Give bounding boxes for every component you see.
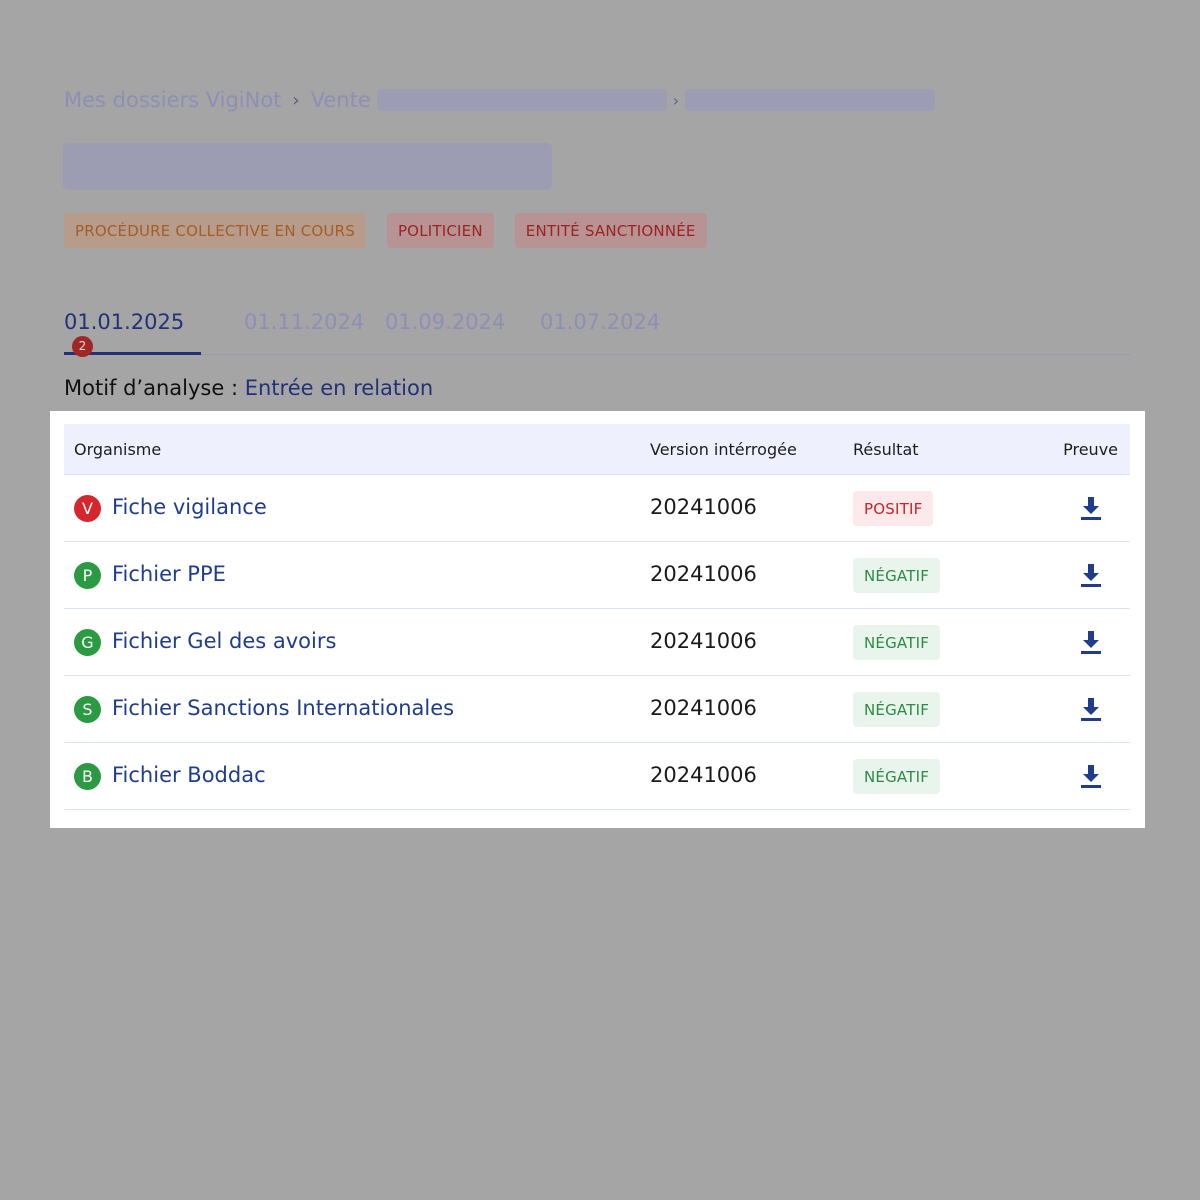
source-letter-icon: B bbox=[74, 763, 101, 790]
result-badge: NÉGATIF bbox=[853, 625, 941, 660]
breadcrumb: Mes dossiers VigiNot › Vente › bbox=[64, 86, 936, 114]
column-header-preuve: Preuve bbox=[1063, 440, 1118, 459]
results-table: Organisme Version intérrogée Résultat Pr… bbox=[64, 424, 1130, 810]
tab-date[interactable]: 01.07.2024 bbox=[540, 310, 660, 355]
tab-date[interactable]: 01.11.2024 bbox=[244, 310, 364, 355]
version-value: 20241006 bbox=[650, 696, 757, 720]
table-row: S Fichier Sanctions Internationales 2024… bbox=[64, 676, 1130, 743]
source-letter-icon: P bbox=[74, 562, 101, 589]
tab-date[interactable]: 01.09.2024 bbox=[385, 310, 505, 355]
download-icon[interactable] bbox=[1080, 562, 1102, 588]
chevron-right-icon: › bbox=[292, 89, 300, 111]
source-letter-icon: G bbox=[74, 629, 101, 656]
analysis-reason-value: Entrée en relation bbox=[244, 376, 434, 400]
column-header-version: Version intérrogée bbox=[650, 440, 797, 459]
version-value: 20241006 bbox=[650, 495, 757, 519]
version-value: 20241006 bbox=[650, 562, 757, 586]
date-tabs: 01.01.20252 01.11.2024 01.09.2024 01.07.… bbox=[64, 300, 1130, 357]
result-badge: NÉGATIF bbox=[853, 692, 941, 727]
result-badge: POSITIF bbox=[853, 491, 934, 526]
table-row: P Fichier PPE 20241006 NÉGATIF bbox=[64, 542, 1130, 609]
table-header: Organisme Version intérrogée Résultat Pr… bbox=[64, 424, 1130, 475]
table-row: B Fichier Boddac 20241006 NÉGATIF bbox=[64, 743, 1130, 810]
version-value: 20241006 bbox=[650, 629, 757, 653]
source-letter-icon: V bbox=[74, 495, 101, 522]
download-icon[interactable] bbox=[1080, 495, 1102, 521]
analysis-reason: Motif d’analyse : Entrée en relation bbox=[64, 376, 433, 400]
source-name-link[interactable]: Fichier Sanctions Internationales bbox=[112, 696, 454, 720]
tab-count-badge: 2 bbox=[72, 336, 93, 357]
column-header-resultat: Résultat bbox=[853, 440, 919, 459]
breadcrumb-redacted-placeholder bbox=[376, 89, 667, 111]
source-name-link[interactable]: Fichier PPE bbox=[112, 562, 226, 586]
table-row: G Fichier Gel des avoirs 20241006 NÉGATI… bbox=[64, 609, 1130, 676]
status-badge: ENTITÉ SANCTIONNÉE bbox=[514, 213, 707, 248]
analysis-reason-label: Motif d’analyse : bbox=[64, 376, 239, 400]
status-badge: POLITICIEN bbox=[386, 213, 494, 248]
status-badge: PROCÉDURE COLLECTIVE EN COURS bbox=[64, 213, 366, 248]
page-title-redacted-placeholder bbox=[63, 143, 552, 190]
source-name-link[interactable]: Fichier Gel des avoirs bbox=[112, 629, 336, 653]
column-header-organisme: Organisme bbox=[74, 440, 162, 459]
download-icon[interactable] bbox=[1080, 763, 1102, 789]
table-row: V Fiche vigilance 20241006 POSITIF bbox=[64, 475, 1130, 542]
breadcrumb-root-link[interactable]: Mes dossiers VigiNot bbox=[64, 88, 281, 112]
status-badges: PROCÉDURE COLLECTIVE EN COURS POLITICIEN… bbox=[64, 213, 707, 248]
download-icon[interactable] bbox=[1080, 629, 1102, 655]
source-name-link[interactable]: Fichier Boddac bbox=[112, 763, 266, 787]
result-badge: NÉGATIF bbox=[853, 558, 941, 593]
results-panel: Organisme Version intérrogée Résultat Pr… bbox=[50, 411, 1145, 828]
chevron-right-icon: › bbox=[672, 90, 680, 110]
source-letter-icon: S bbox=[74, 696, 101, 723]
source-name-link[interactable]: Fiche vigilance bbox=[112, 495, 267, 519]
breadcrumb-second-link[interactable]: Vente bbox=[311, 88, 371, 112]
breadcrumb-redacted-placeholder bbox=[685, 89, 936, 111]
download-icon[interactable] bbox=[1080, 696, 1102, 722]
tab-date-active[interactable]: 01.01.20252 bbox=[64, 310, 201, 357]
tab-label: 01.01.2025 bbox=[64, 310, 185, 334]
result-badge: NÉGATIF bbox=[853, 759, 941, 794]
version-value: 20241006 bbox=[650, 763, 757, 787]
